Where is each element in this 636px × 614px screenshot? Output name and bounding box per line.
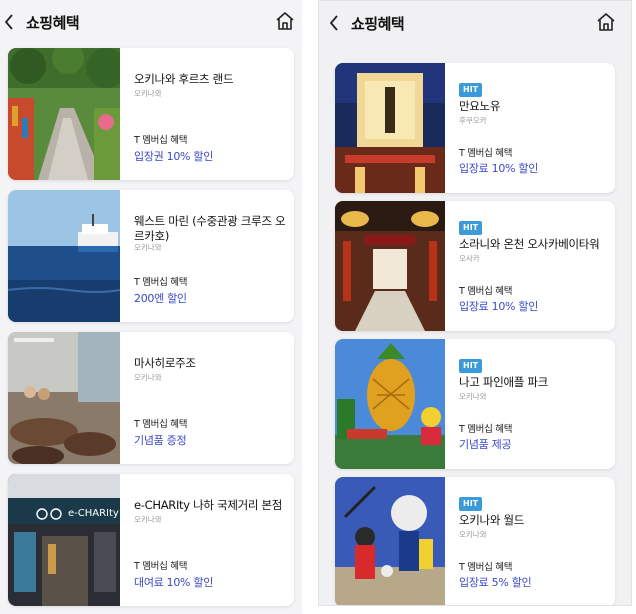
membership-label: T 멤버십 혜택 xyxy=(134,277,188,288)
place-name: e-CHARIty 나하 국제거리 본점 xyxy=(134,498,283,512)
page-title: 쇼핑혜택 xyxy=(26,13,80,32)
card-info: e-CHARIty 나하 국제거리 본점 오키나와 T 멤버십 혜택 대여료 1… xyxy=(134,474,286,606)
top-app-bar: 쇼핑혜택 xyxy=(0,0,302,44)
card-info: HIT 나고 파인애플 파크 오키나와 T 멤버십 혜택 기념품 제공 xyxy=(459,339,607,469)
membership-label: T 멤버십 혜택 xyxy=(459,424,513,435)
card-info: 마사히로주조 오키나와 T 멤버십 혜택 기념품 증정 xyxy=(134,332,286,464)
card-thumbnail xyxy=(8,190,120,322)
card-thumbnail: e-CHARIty xyxy=(8,474,120,606)
benefit-text: 200엔 할인 xyxy=(134,292,187,305)
back-button[interactable] xyxy=(329,12,345,34)
page-title: 쇼핑혜택 xyxy=(351,14,405,33)
membership-label: T 멤버십 혜택 xyxy=(459,562,513,573)
benefit-card[interactable]: HIT 소라니와 온천 오사카베이타워 오사카 T 멤버십 혜택 입장료 10%… xyxy=(335,201,615,331)
home-button[interactable] xyxy=(595,11,617,33)
benefit-text: 기념품 제공 xyxy=(459,438,512,451)
benefit-card[interactable]: 웨스트 마린 (수중관광 크루즈 오르카호) 오키나와 T 멤버십 혜택 200… xyxy=(8,190,294,322)
place-location: 오키나와 xyxy=(459,530,487,539)
card-thumbnail xyxy=(335,201,445,331)
hit-badge: HIT xyxy=(459,497,483,511)
membership-label: T 멤버십 혜택 xyxy=(134,135,188,146)
benefit-text: 기념품 증정 xyxy=(134,434,187,447)
membership-label: T 멤버십 혜택 xyxy=(459,148,513,159)
benefit-text: 대여료 10% 할인 xyxy=(134,576,214,589)
chevron-left-icon xyxy=(329,15,338,31)
place-name: 소라니와 온천 오사카베이타워 xyxy=(459,237,600,251)
home-icon xyxy=(597,13,615,31)
hit-badge: HIT xyxy=(459,83,483,97)
card-info: HIT 만요노유 후쿠오카 T 멤버십 혜택 입장료 10% 할인 xyxy=(459,63,607,193)
card-thumbnail xyxy=(335,63,445,193)
card-thumbnail xyxy=(8,332,120,464)
card-thumbnail xyxy=(335,339,445,469)
shop-sign: e-CHARIty xyxy=(68,508,119,519)
membership-label: T 멤버십 혜택 xyxy=(134,561,188,572)
chevron-left-icon xyxy=(4,14,13,30)
benefit-text: 입장료 10% 할인 xyxy=(459,300,539,313)
place-name: 마사히로주조 xyxy=(134,356,196,370)
home-button[interactable] xyxy=(274,10,296,32)
card-info: HIT 소라니와 온천 오사카베이타워 오사카 T 멤버십 혜택 입장료 10%… xyxy=(459,201,607,331)
place-name: 웨스트 마린 (수중관광 크루즈 오르카호) xyxy=(134,214,286,243)
place-name: 오키나와 월드 xyxy=(459,513,525,527)
benefit-text: 입장권 10% 할인 xyxy=(134,150,214,163)
place-location: 오키나와 xyxy=(459,392,487,401)
benefit-card[interactable]: 마사히로주조 오키나와 T 멤버십 혜택 기념품 증정 xyxy=(8,332,294,464)
benefit-card[interactable]: e-CHARIty e-CHARIty 나하 국제거리 본점 오키나와 T 멤버… xyxy=(8,474,294,606)
membership-label: T 멤버십 혜택 xyxy=(459,286,513,297)
card-thumbnail xyxy=(335,477,445,605)
place-location: 오키나와 xyxy=(134,243,162,252)
place-name: 만요노유 xyxy=(459,99,501,113)
place-location: 오키나와 xyxy=(134,89,162,98)
hit-badge: HIT xyxy=(459,221,483,235)
benefit-card[interactable]: HIT 오키나와 월드 오키나와 T 멤버십 혜택 입장료 5% 할인 xyxy=(335,477,615,605)
left-screen: 쇼핑혜택 오키나와 후르츠 랜드 오키나와 T 멤버십 혜택 입장권 10% 할… xyxy=(0,0,302,614)
hit-badge: HIT xyxy=(459,359,483,373)
card-info: HIT 오키나와 월드 오키나와 T 멤버십 혜택 입장료 5% 할인 xyxy=(459,477,607,605)
place-location: 오사카 xyxy=(459,254,480,263)
benefit-card[interactable]: 오키나와 후르츠 랜드 오키나와 T 멤버십 혜택 입장권 10% 할인 xyxy=(8,48,294,180)
benefit-card[interactable]: HIT 나고 파인애플 파크 오키나와 T 멤버십 혜택 기념품 제공 xyxy=(335,339,615,469)
benefit-text: 입장료 10% 할인 xyxy=(459,162,539,175)
top-app-bar: 쇼핑혜택 xyxy=(319,1,631,45)
place-location: 오키나와 xyxy=(134,515,162,524)
membership-label: T 멤버십 혜택 xyxy=(134,419,188,430)
right-screen: 쇼핑혜택 HIT 만요노유 후쿠오카 T 멤버십 혜택 입장료 10% 할인 H… xyxy=(318,0,632,606)
benefit-text: 입장료 5% 할인 xyxy=(459,576,532,589)
benefit-card[interactable]: HIT 만요노유 후쿠오카 T 멤버십 혜택 입장료 10% 할인 xyxy=(335,63,615,193)
place-name: 나고 파인애플 파크 xyxy=(459,375,548,389)
card-info: 웨스트 마린 (수중관광 크루즈 오르카호) 오키나와 T 멤버십 혜택 200… xyxy=(134,190,286,322)
home-icon xyxy=(276,12,294,30)
place-name: 오키나와 후르츠 랜드 xyxy=(134,72,234,86)
place-location: 후쿠오카 xyxy=(459,116,487,125)
back-button[interactable] xyxy=(4,11,20,33)
place-location: 오키나와 xyxy=(134,373,162,382)
card-thumbnail xyxy=(8,48,120,180)
card-info: 오키나와 후르츠 랜드 오키나와 T 멤버십 혜택 입장권 10% 할인 xyxy=(134,48,286,180)
